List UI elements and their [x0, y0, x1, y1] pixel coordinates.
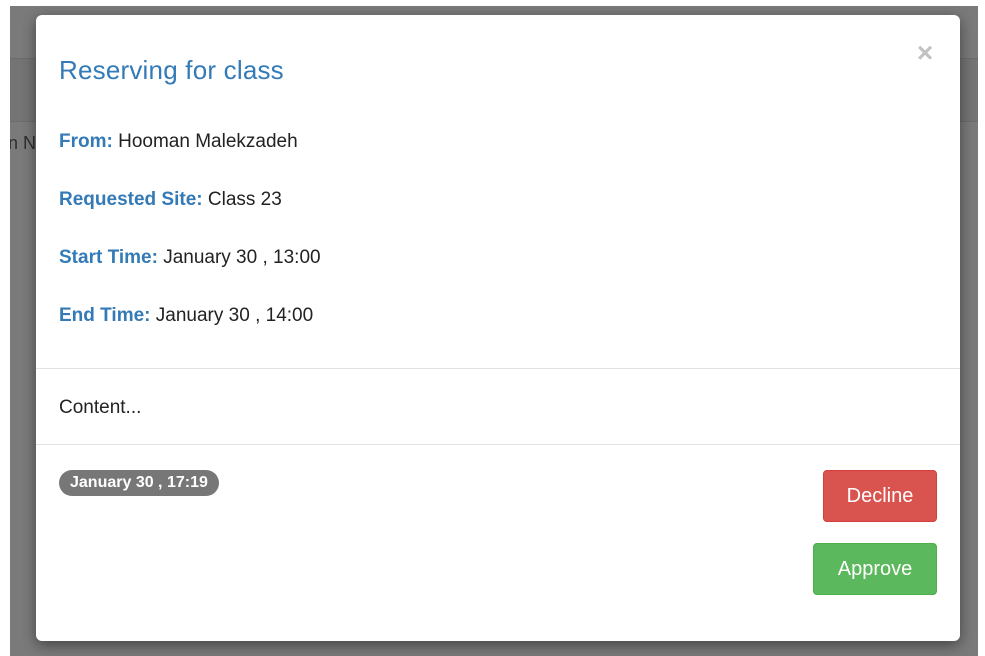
reservation-modal: Reserving for class × From: Hooman Malek… — [36, 15, 960, 641]
from-row: From: Hooman Malekzadeh — [59, 131, 298, 153]
timestamp-badge: January 30 , 17:19 — [59, 470, 219, 496]
requested-site-row: Requested Site: Class 23 — [59, 189, 282, 211]
start-time-row: Start Time: January 30 , 13:00 — [59, 247, 321, 269]
requested-site-value: Class 23 — [207, 189, 282, 210]
from-label: From: — [59, 131, 113, 152]
close-icon[interactable]: × — [913, 39, 937, 67]
start-time-label: Start Time: — [59, 247, 158, 268]
modal-title: Reserving for class — [59, 55, 284, 85]
modal-footer: January 30 , 17:19 Decline Approve — [36, 445, 960, 641]
decline-button[interactable]: Decline — [823, 470, 937, 522]
background-partial-text: an N — [10, 133, 36, 153]
end-time-row: End Time: January 30 , 14:00 — [59, 305, 313, 327]
end-time-label: End Time: — [59, 305, 151, 326]
end-time-value: January 30 , 14:00 — [155, 305, 314, 326]
start-time-value: January 30 , 13:00 — [163, 247, 321, 268]
content-text: Content... — [59, 397, 142, 418]
approve-button[interactable]: Approve — [813, 543, 937, 595]
modal-header: Reserving for class × From: Hooman Malek… — [36, 15, 960, 368]
requested-site-label: Requested Site: — [59, 189, 203, 210]
from-value: Hooman Malekzadeh — [118, 131, 298, 152]
modal-body: Content... — [36, 368, 960, 445]
